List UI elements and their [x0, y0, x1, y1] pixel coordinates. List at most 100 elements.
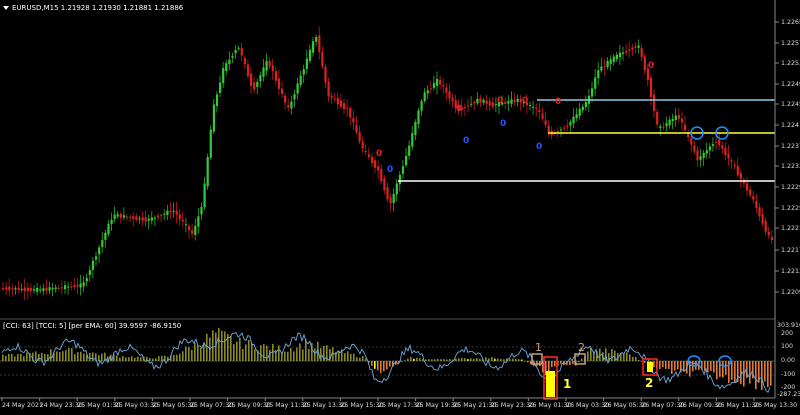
candle: [206, 153, 209, 190]
cci-bar: [59, 352, 61, 361]
cci-bar: [197, 345, 199, 361]
cci-bar: [374, 361, 376, 369]
price-tick-label: 1.22375: [781, 143, 800, 150]
cci-bar: [581, 358, 583, 361]
cci-bar: [710, 361, 712, 371]
cci-bar: [11, 353, 13, 361]
cci-bar: [2, 354, 4, 361]
cci-bar: [71, 348, 73, 361]
price-tick-label: 1.22135: [781, 268, 800, 275]
cci-bar: [494, 358, 496, 361]
annotation-square-2-label: 2: [578, 341, 585, 354]
cci-bar: [173, 355, 175, 361]
cci-bar: [605, 348, 607, 361]
indicator-axis-bottom: -287.2378: [777, 391, 800, 398]
chart-window[interactable]: 0000000000 1 2 1 2 EURUSD,M15 1.21928 1.…: [0, 0, 800, 411]
cci-bar: [731, 361, 733, 380]
cci-bar: [551, 361, 553, 368]
indicator-level-label: -200: [781, 384, 795, 391]
fractal-up-marker: 0: [376, 149, 382, 159]
cci-bar: [128, 357, 130, 361]
cci-bar: [122, 355, 124, 361]
cci-bar: [599, 348, 601, 361]
indicator-level-label: 100: [781, 343, 793, 350]
cci-bar: [770, 361, 772, 386]
cci-bar: [125, 357, 127, 361]
cci-bar: [98, 355, 100, 361]
cci-bar: [266, 345, 268, 361]
cci-bar: [623, 354, 625, 361]
cci-bar: [587, 351, 589, 361]
annotation-square-1-label: 1: [535, 341, 542, 354]
cci-bar: [131, 356, 133, 361]
highlight-bar-1: [546, 371, 555, 397]
cci-bar: [611, 348, 613, 361]
cci-bar: [308, 348, 310, 361]
cci-bar: [233, 344, 235, 361]
cci-bar: [413, 358, 415, 361]
cci-bar: [347, 351, 349, 361]
cci-bar: [20, 353, 22, 361]
cci-bar: [179, 353, 181, 361]
cci-bar: [320, 348, 322, 361]
indicator-level-label: 200: [781, 330, 793, 337]
cci-bar: [407, 358, 409, 361]
price-tick-label: 1.22175: [781, 247, 800, 254]
cci-bar: [473, 358, 475, 361]
price-tick-label: 1.22495: [781, 81, 800, 88]
cci-bar: [767, 361, 769, 388]
fractal-down-marker: 0: [463, 136, 469, 146]
price-tick-label: 1.22415: [781, 122, 800, 129]
cci-bar: [560, 361, 562, 364]
cci-bar: [242, 348, 244, 361]
price-tick-label: 1.22575: [781, 40, 800, 47]
cci-bar: [635, 357, 637, 361]
cci-bar: [437, 358, 439, 361]
cci-bar: [185, 346, 187, 361]
cci-bar: [17, 354, 19, 361]
cci-bar: [119, 357, 121, 361]
cci-bar: [5, 355, 7, 361]
cci-bar: [212, 330, 214, 361]
cci-bar: [65, 350, 67, 361]
cci-bar: [155, 358, 157, 361]
cci-bar: [182, 351, 184, 361]
cci-bar: [56, 351, 58, 361]
cci-bar: [206, 333, 208, 361]
cci-bar: [263, 343, 265, 361]
price-tick-label: 1.22455: [781, 101, 800, 108]
cci-bar: [350, 353, 352, 361]
cci-bar: [764, 361, 766, 382]
price-tick-label: 1.22335: [781, 163, 800, 170]
cci-bar: [485, 357, 487, 361]
cci-bar: [353, 353, 355, 361]
cci-bar: [668, 361, 670, 369]
cci-bar: [224, 331, 226, 361]
cci-bar: [410, 356, 412, 361]
cci-bar: [203, 343, 205, 361]
cci-bar: [497, 358, 499, 361]
cci-bar: [716, 361, 718, 380]
cci-bar: [290, 348, 292, 361]
cci-bar: [665, 361, 667, 369]
cci-bar: [380, 361, 382, 374]
time-tick-label: 26 May 13:30: [754, 402, 797, 409]
cci-bar: [761, 361, 763, 390]
cci-bar: [92, 352, 94, 361]
cci-bar: [356, 357, 358, 361]
cci-bar: [176, 354, 178, 361]
cci-bar: [461, 357, 463, 361]
cci-bar: [62, 351, 64, 361]
indicator-level-label: 0.00: [781, 357, 795, 364]
price-tick-label: 1.22655: [781, 19, 800, 26]
highlight-bar-2: [647, 362, 653, 372]
cci-bar: [254, 349, 256, 361]
cci-bar: [191, 349, 193, 361]
cci-bar: [194, 343, 196, 361]
cci-bar: [722, 361, 724, 378]
price-tick-label: 1.22215: [781, 225, 800, 232]
cci-bar: [161, 355, 163, 361]
indicator-axis-top: 303.9166: [777, 322, 800, 329]
cci-bar: [491, 356, 493, 361]
cci-bar: [134, 357, 136, 361]
